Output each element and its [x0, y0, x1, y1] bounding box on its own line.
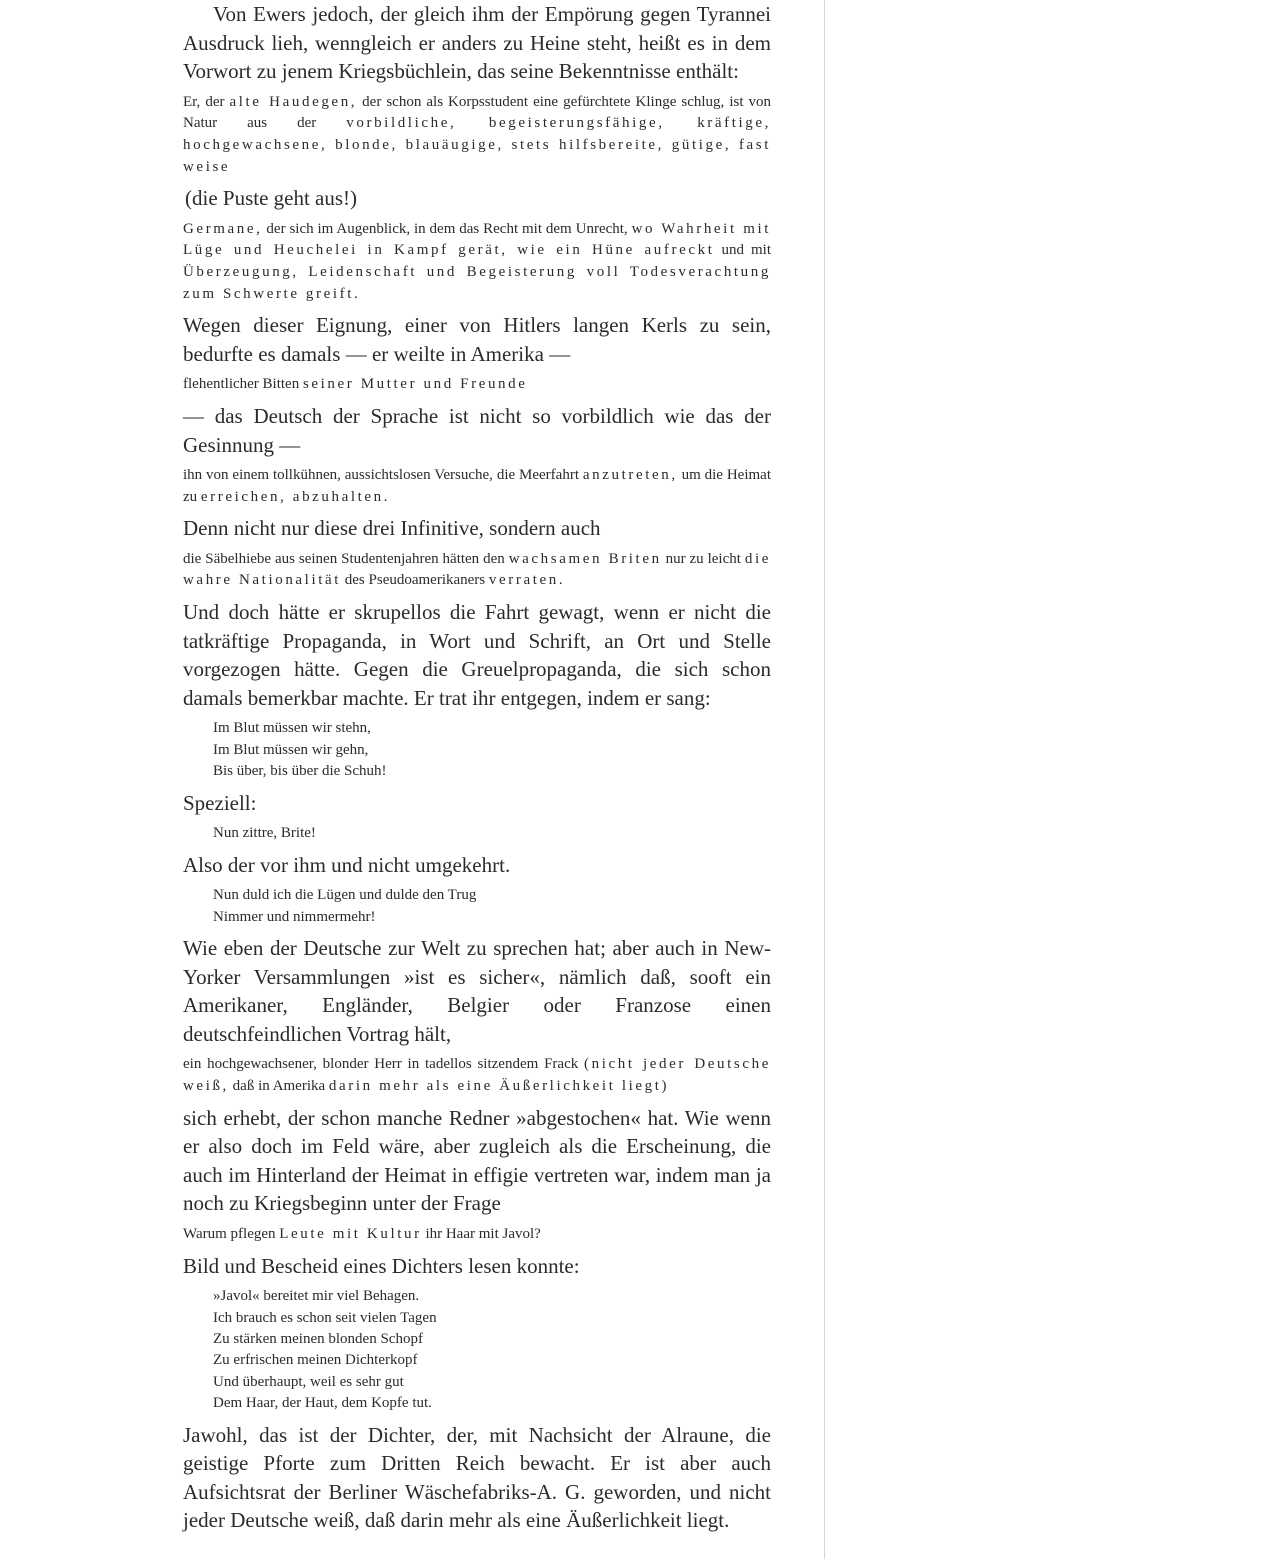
quote-paragraph: die Säbelhiebe aus seinen Studentenjahre…	[183, 549, 771, 592]
text-run: ein hochgewachsener, blonder Herr in tad…	[183, 1056, 585, 1073]
text-run: Wie eben der Deutsche zur Welt zu sprech…	[183, 936, 771, 1046]
body-paragraph: Wie eben der Deutsche zur Welt zu sprech…	[183, 934, 771, 1048]
spaced-emphasis-text: wachsamen Briten	[508, 550, 662, 567]
text-run: ihr Haar mit Javol?	[421, 1226, 541, 1242]
body-paragraph: (die Puste geht aus!)	[183, 184, 771, 213]
verse-block: Im Blut müssen wir stehn, Im Blut müssen …	[213, 718, 771, 782]
body-paragraph: Von Ewers jedoch, der gleich ihm der Emp…	[183, 0, 771, 86]
spaced-emphasis-text: alte Haudegen,	[229, 93, 358, 110]
text-run: Speziell:	[183, 790, 257, 815]
text-run: Jawohl, das ist der Dichter, der, mit Na…	[183, 1422, 771, 1533]
text-run: daß in Amerika	[228, 1078, 329, 1095]
spaced-emphasis-text: Leute mit Kultur	[279, 1226, 422, 1242]
body-paragraph: Denn nicht nur diese drei Infinitive, so…	[183, 514, 771, 543]
spaced-emphasis-text: erreichen, abzuhalten.	[200, 488, 391, 505]
spaced-emphasis-text: seiner Mutter und Freunde	[302, 376, 528, 393]
verse-line: Nimmer und nimmermehr!	[213, 908, 376, 925]
quote-paragraph: Germane, der sich im Augenblick, in dem …	[183, 219, 771, 305]
text-run: Er, der	[183, 93, 230, 110]
quote-paragraph: Warum pflegen Leute mit Kultur ihr Haar …	[183, 1224, 771, 1246]
body-paragraph: sich erhebt, der schon manche Redner »ab…	[183, 1104, 771, 1218]
body-paragraph: Bild und Bescheid eines Dichters lesen k…	[183, 1252, 771, 1281]
text-run: Denn nicht nur diese drei Infinitive, so…	[183, 516, 601, 541]
body-paragraph: — das Deutsch der Sprache ist nicht so v…	[183, 402, 771, 459]
text-column: Von Ewers jedoch, der gleich ihm der Emp…	[183, 0, 771, 1541]
text-run: Und doch hätte er skrupellos die Fahrt g…	[183, 600, 771, 710]
verse-block: Nun duld ich die Lügen und dulde den Tru…	[213, 885, 771, 928]
text-run: Wegen dieser Eignung, einer von Hitlers …	[183, 313, 771, 366]
body-paragraph: Jawohl, das ist der Dichter, der, mit Na…	[183, 1421, 771, 1535]
verse-line: Im Blut müssen wir gehn,	[213, 741, 369, 758]
verse-line: Und überhaupt, weil es sehr gut	[213, 1373, 404, 1390]
text-run: ihn von einem tollkühnen, aussichtslosen…	[183, 467, 583, 484]
spaced-emphasis-text: darin mehr als eine Äußerlichkeit liegt)	[328, 1078, 670, 1095]
text-run: Bild und Bescheid eines Dichters lesen k…	[183, 1253, 580, 1278]
quote-paragraph: ein hochgewachsener, blonder Herr in tad…	[183, 1054, 771, 1097]
page-divider-line	[824, 0, 825, 1559]
text-run: Also der vor ihm und nicht umgekehrt.	[183, 852, 511, 877]
text-run: — das Deutsch der Sprache ist nicht so v…	[183, 403, 771, 457]
verse-line: Dem Haar, der Haut, dem Kopfe tut.	[213, 1395, 432, 1412]
quote-paragraph: ihn von einem tollkühnen, aussichtslosen…	[183, 465, 771, 508]
body-paragraph: Speziell:	[183, 789, 771, 818]
quote-paragraph: Er, der alte Haudegen, der schon als Kor…	[183, 92, 771, 178]
quote-paragraph: flehentlicher Bitten seiner Mutter und F…	[183, 374, 771, 396]
text-run: sich erhebt, der schon manche Redner »ab…	[183, 1105, 771, 1216]
body-paragraph: Und doch hätte er skrupellos die Fahrt g…	[183, 598, 771, 712]
spaced-emphasis-text: Überzeugung, Leidenschaft und Begeisteru…	[183, 263, 771, 302]
spaced-emphasis-text: verraten.	[488, 572, 566, 589]
spaced-emphasis-text: anzutreten,	[582, 467, 678, 484]
spaced-emphasis-text: Germane,	[183, 220, 263, 237]
verse-line: Ich brauch es schon seit vielen Tagen	[213, 1309, 437, 1326]
verse-line: Zu stärken meinen blonden Schopf	[213, 1331, 423, 1347]
body-paragraph: Wegen dieser Eignung, einer von Hitlers …	[183, 311, 771, 368]
text-run: der sich im Augenblick, in dem das Recht…	[262, 220, 632, 237]
text-run: Von Ewers jedoch, der gleich ihm der Emp…	[183, 2, 771, 84]
text-run: (die Puste geht aus!)	[185, 186, 358, 211]
text-run: Warum pflegen	[183, 1226, 280, 1242]
verse-line: Bis über, bis über die Schuh!	[213, 763, 387, 780]
verse-line: »Javol« bereitet mir viel Behagen.	[213, 1288, 420, 1305]
verse-block: »Javol« bereitet mir viel Behagen. Ich br…	[213, 1286, 771, 1414]
text-run: nur zu leicht	[661, 550, 745, 567]
text-run: und mit	[714, 242, 771, 259]
text-run: flehentlicher Bitten	[183, 376, 303, 393]
verse-block: Nun zittre, Brite!	[213, 823, 771, 844]
verse-line: Zu erfrischen meinen Dichterkopf	[213, 1352, 418, 1369]
body-paragraph: Also der vor ihm und nicht umgekehrt.	[183, 851, 771, 880]
text-run: die Säbelhiebe aus seinen Studentenjahre…	[183, 550, 509, 567]
verse-line: Nun duld ich die Lügen und dulde den Tru…	[213, 887, 477, 904]
verse-line: Nun zittre, Brite!	[213, 825, 316, 842]
verse-line: Im Blut müssen wir stehn,	[213, 720, 371, 737]
text-run: des Pseudoamerikaners	[341, 572, 489, 589]
